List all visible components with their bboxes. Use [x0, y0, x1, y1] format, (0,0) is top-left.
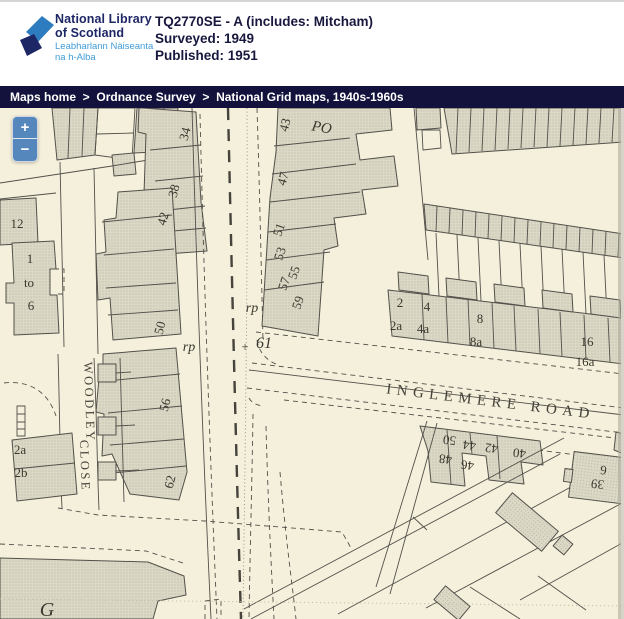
map-label: 44 [462, 437, 477, 454]
nls-logo-icon [13, 11, 55, 59]
map-label: 48 [438, 451, 453, 467]
breadcrumb-item[interactable]: Ordnance Survey [96, 90, 195, 104]
brand-line1: National Library [55, 13, 153, 27]
page-header: National Library of Scotland Leabharlann… [0, 2, 624, 86]
brand-gaelic1: Leabharlann Nàiseanta [55, 42, 153, 52]
map-label: 6 [28, 298, 35, 313]
map-label: 1 [27, 251, 34, 266]
map-label: 42 [484, 440, 499, 456]
map-label: CLOSE [77, 440, 93, 493]
zoom-control: + − [12, 116, 38, 162]
brand-gaelic2: na h-Alba [55, 53, 153, 63]
map-label: 2 [397, 295, 404, 310]
map-viewport[interactable]: 343842505662121to62a2b43PO475153555759rp… [0, 108, 624, 619]
map-label: 61 [256, 335, 272, 352]
map-canvas[interactable]: 343842505662121to62a2b43PO475153555759rp… [0, 108, 624, 619]
map-label: 2b [15, 465, 28, 480]
map-label: 8 [477, 311, 484, 326]
map-label: 8a [470, 334, 483, 349]
brand-line2: of Scotland [55, 27, 153, 41]
map-surveyed: Surveyed: 1949 [155, 30, 373, 47]
breadcrumb-item[interactable]: National Grid maps, 1940s-1960s [216, 90, 403, 104]
zoom-out-button[interactable]: − [13, 139, 37, 161]
zoom-in-button[interactable]: + [13, 117, 37, 139]
map-sheet-title: TQ2770SE - A (includes: Mitcham) [155, 13, 373, 30]
map-label: 4a [417, 321, 430, 336]
map-label: WOODLEY [81, 362, 98, 443]
map-label: 4 [424, 299, 431, 314]
map-label: to [24, 275, 34, 290]
breadcrumb-separator: > [196, 90, 216, 104]
breadcrumb-item[interactable]: Maps home [10, 90, 76, 104]
map-title-block: TQ2770SE - A (includes: Mitcham) Surveye… [155, 13, 373, 64]
map-label: + [241, 339, 248, 354]
map-label: 2a [390, 318, 403, 333]
breadcrumb-separator: > [76, 90, 96, 104]
map-label: 2a [14, 442, 27, 457]
map-published: Published: 1951 [155, 47, 373, 64]
map-label: rp [246, 301, 258, 316]
map-label: 16a [576, 354, 595, 369]
map-label: 16 [581, 334, 595, 349]
map-label: 40 [512, 445, 527, 461]
map-label: 46 [460, 457, 475, 474]
breadcrumb: Maps home > Ordnance Survey > National G… [0, 86, 624, 108]
map-label: G [40, 599, 55, 619]
nls-brand: National Library of Scotland Leabharlann… [55, 13, 153, 63]
map-label: rp [183, 340, 195, 355]
map-label: 50 [442, 432, 457, 448]
map-label: 12 [11, 216, 24, 231]
